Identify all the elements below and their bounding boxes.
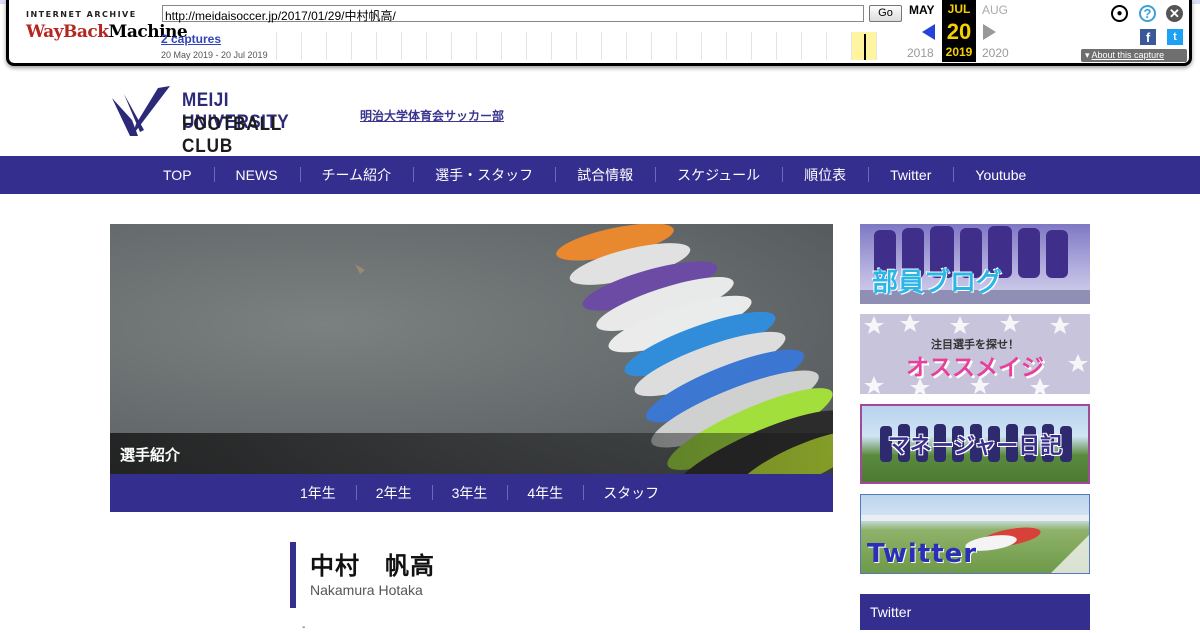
sparkline-tick [776,32,777,60]
sparkline-tick [701,32,702,60]
wayback-logo[interactable]: WayBackMachine [26,22,188,42]
sidebar-twitter-heading: Twitter [860,594,1090,630]
nav-item-twitter[interactable]: Twitter [868,156,953,194]
wayback-toolbar: INTERNET ARCHIVE WayBackMachine http://m… [0,0,1200,68]
go-button[interactable]: Go [869,5,902,22]
sparkline-tick [676,32,677,60]
wayback-logo-wayback: WayBack [26,22,109,42]
twitter-share-icon[interactable]: t [1167,29,1183,45]
hero-image: 選手紹介 [110,224,833,474]
prev-capture-arrow-icon[interactable] [922,24,935,40]
captures-link[interactable]: 2 captures [161,32,221,46]
wayback-logo-top[interactable]: INTERNET ARCHIVE [26,10,137,19]
about-capture-label: About this capture [1091,50,1165,60]
sparkline-tick [801,32,802,60]
current-year: 2019 [945,45,973,59]
nav-item-schedule[interactable]: スケジュール [655,156,782,194]
sparkline-tick [526,32,527,60]
sparkline-tick [651,32,652,60]
twitter-banner[interactable]: Twitter [860,494,1090,574]
recommend-label: オススメイジ [906,355,1044,381]
capture-date-range: 20 May 2019 - 20 Jul 2019 [161,50,268,60]
close-icon[interactable]: ✕ [1166,5,1183,22]
sidebar-twitter-heading-label: Twitter [870,604,912,620]
nav-item-top[interactable]: TOP [145,156,214,194]
nav-item-youtube[interactable]: Youtube [953,156,1048,194]
sparkline-tick [626,32,627,60]
next-capture-arrow-icon [983,24,996,40]
subnav-item-staff[interactable]: スタッフ [583,474,679,512]
sparkline-tick [376,32,377,60]
club-emblem-icon [112,86,170,136]
url-input[interactable]: http://meidaisoccer.jp/2017/01/29/中村帆高/ [162,5,864,23]
current-capture-date: JUL 20 2019 [942,0,976,62]
sparkline-tick [476,32,477,60]
member-blog-label: 部員ブログ [872,268,1003,298]
about-capture-button[interactable]: ▾ About this capture [1081,49,1187,62]
sparkline-tick [401,32,402,60]
hero-caption-bar: 選手紹介 [110,433,833,474]
sparkline-tick [826,32,827,60]
member-blog-banner[interactable]: 部員ブログ [860,224,1090,304]
current-month: JUL [947,2,971,16]
site-subtitle-link[interactable]: 明治大学体育会サッカー部 [360,107,504,124]
sparkline-tick [501,32,502,60]
prev-month-link[interactable]: MAY [909,3,935,17]
player-subnav: 1年生 2年生 3年生 4年生 スタッフ [110,474,833,512]
manager-diary-banner[interactable]: マネージャー日記 [860,404,1090,484]
facebook-icon[interactable]: f [1140,29,1156,45]
sparkline-tick [276,32,277,60]
sparkline-tick [876,32,877,60]
help-icon[interactable]: ? [1139,5,1156,22]
next-month-label: AUG [982,3,1009,17]
subnav-item-year2[interactable]: 2年生 [355,474,432,512]
nav-item-players-staff[interactable]: 選手・スタッフ [413,156,555,194]
player-name-roman: Nakamura Hotaka [310,582,423,598]
sparkline-tick [601,32,602,60]
sparkline-tick [351,32,352,60]
sparkline-capture-bar[interactable] [864,34,866,60]
twitter-banner-label: Twitter [867,539,978,569]
sparkline-tick [726,32,727,60]
subnav-item-year1[interactable]: 1年生 [280,474,356,512]
recommend-banner[interactable]: 注目選手を探せ！ オススメイジ [860,314,1090,394]
next-year[interactable]: 2020 [982,46,1009,60]
hero-caption: 選手紹介 [120,447,181,464]
site-logo[interactable]: MEIJI UNIVERSITY FOOTBALL CLUB [110,84,350,157]
main-nav: TOP NEWS チーム紹介 選手・スタッフ 試合情報 スケジュール 順位表 T… [0,156,1200,194]
sparkline-tick [576,32,577,60]
sparkline-tick [301,32,302,60]
manager-diary-label: マネージャー日記 [887,434,1063,459]
sparkline-tick [326,32,327,60]
capture-sparkline[interactable] [276,32,904,60]
nav-item-standings[interactable]: 順位表 [782,156,868,194]
player-profile-text: - [302,622,306,633]
nav-item-matches[interactable]: 試合情報 [555,156,655,194]
nav-item-news[interactable]: NEWS [213,156,300,194]
prev-year[interactable]: 2018 [907,46,934,60]
player-heading: 中村 帆高 Nakamura Hotaka [290,542,690,608]
sparkline-tick [451,32,452,60]
sparkline-tick [426,32,427,60]
current-day: 20 [946,19,972,44]
subnav-item-year3[interactable]: 3年生 [431,474,508,512]
player-name: 中村 帆高 [310,552,435,580]
sparkline-tick [751,32,752,60]
nav-item-team[interactable]: チーム紹介 [299,156,414,194]
subnav-item-year4[interactable]: 4年生 [507,474,583,512]
sparkline-tick [551,32,552,60]
account-icon[interactable]: ● [1111,5,1128,22]
sparkline-tick [851,32,852,60]
site-title-line2: FOOTBALL CLUB [182,114,282,157]
